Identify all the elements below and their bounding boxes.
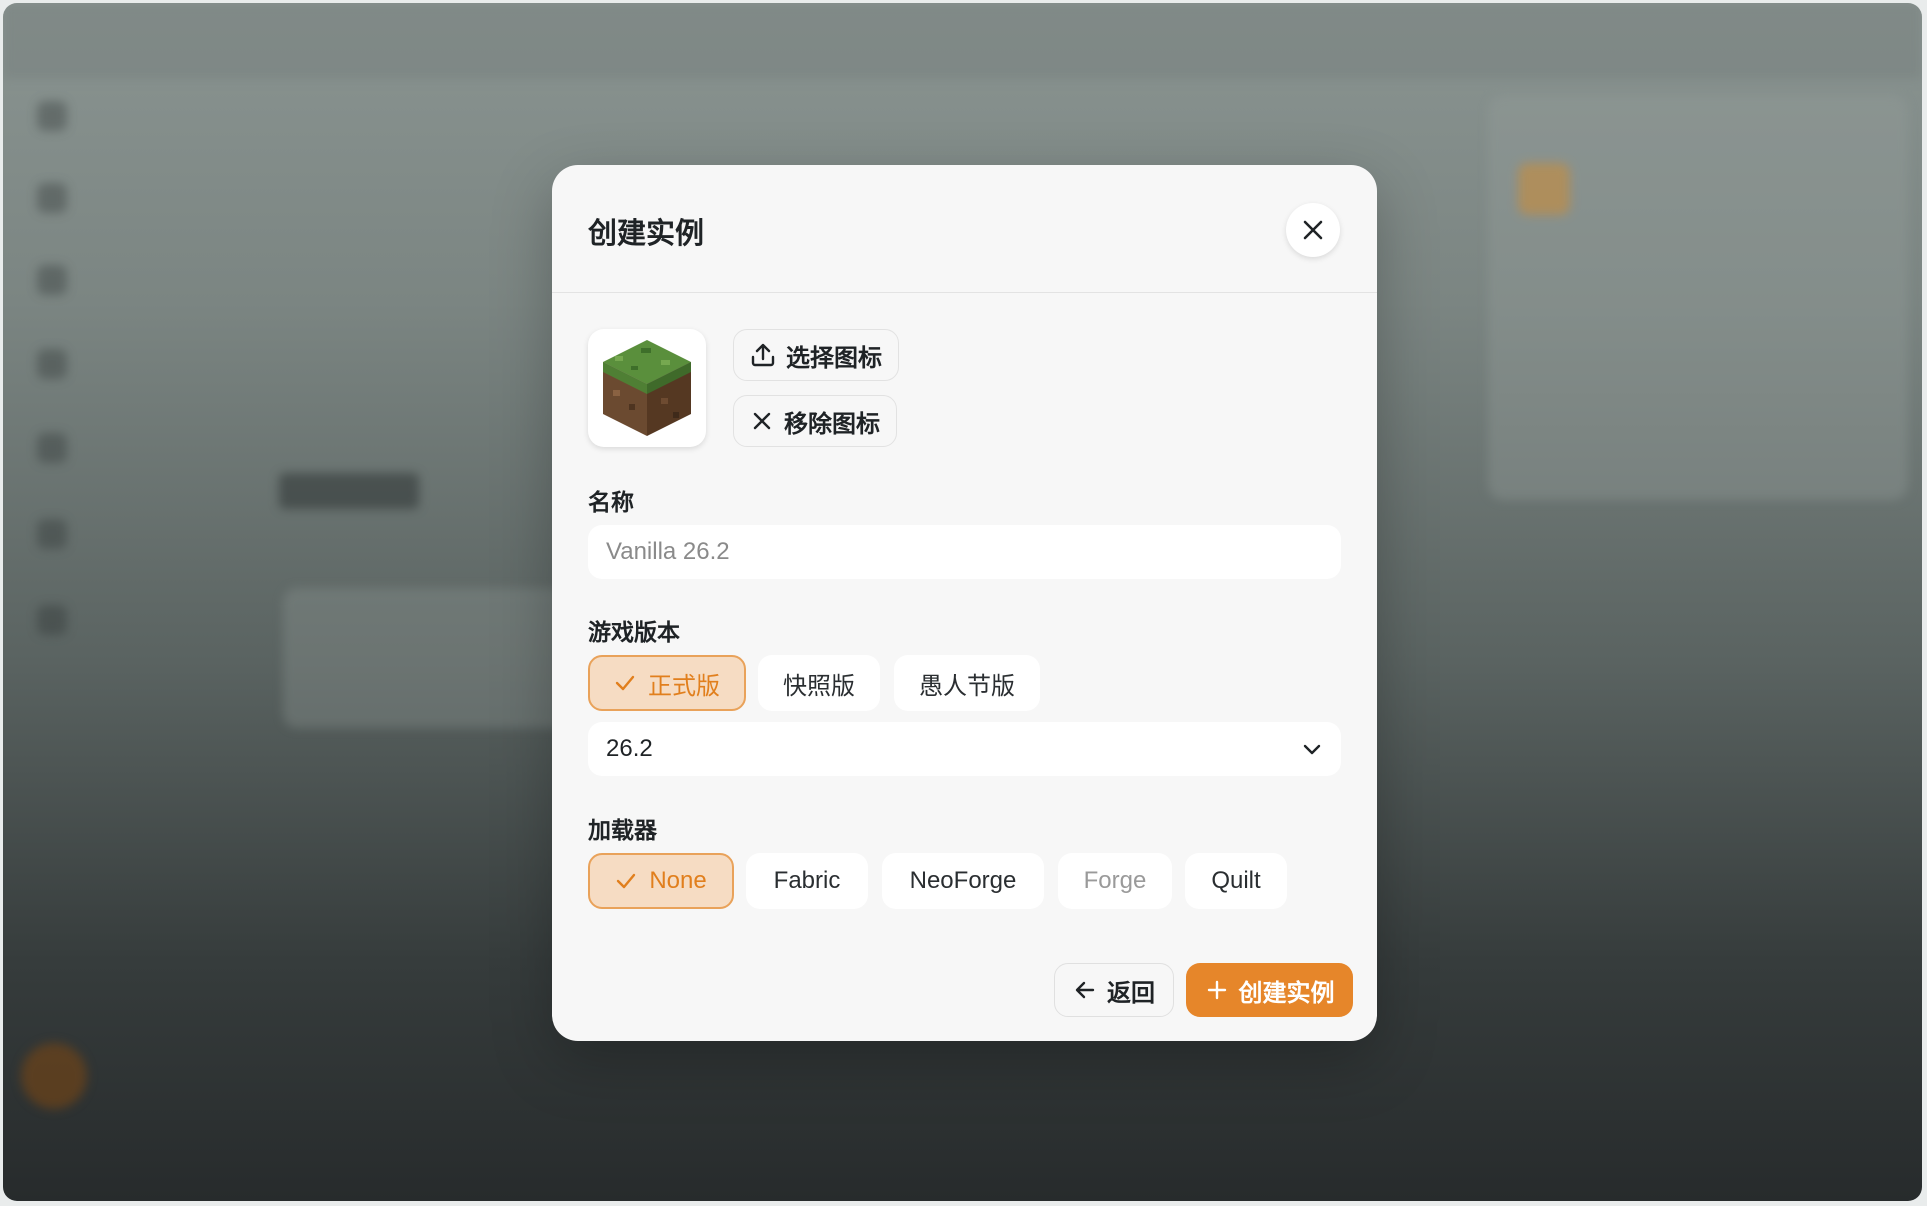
create-button-label: 创建实例	[1238, 979, 1335, 1007]
game-version-label: 游戏版本	[588, 619, 680, 645]
background-heading	[279, 473, 419, 509]
select-icon-label: 选择图标	[786, 344, 882, 372]
background-avatar	[21, 1043, 87, 1109]
remove-icon-button[interactable]: 移除图标	[733, 395, 897, 447]
background-sidebar-icon	[37, 349, 67, 379]
version-type-april-fools[interactable]: 愚人节版	[894, 655, 1040, 711]
background-sidebar-icon	[37, 605, 67, 635]
loader-option-label: Quilt	[1211, 867, 1261, 894]
chevron-down-icon	[1303, 744, 1321, 755]
grass-block-icon	[603, 340, 691, 436]
loader-option-label: NeoForge	[909, 867, 1017, 894]
loader-label: 加载器	[588, 817, 657, 843]
background-right-panel	[1488, 95, 1908, 500]
dialog-title: 创建实例	[588, 218, 705, 250]
loader-option-label: Fabric	[773, 867, 841, 894]
version-type-label: 正式版	[648, 672, 720, 700]
loader-none[interactable]: None	[588, 853, 734, 909]
instance-icon-preview	[588, 329, 706, 447]
background-sidebar-icon	[37, 433, 67, 463]
version-type-label: 愚人节版	[919, 672, 1015, 700]
check-icon	[617, 873, 636, 889]
version-type-release[interactable]: 正式版	[588, 655, 746, 711]
create-instance-button[interactable]: 创建实例	[1186, 963, 1353, 1017]
loader-option-label: Forge	[1083, 867, 1147, 894]
upload-icon	[751, 343, 775, 367]
arrow-left-icon	[1075, 981, 1095, 999]
version-type-snapshot[interactable]: 快照版	[758, 655, 880, 711]
select-icon-button[interactable]: 选择图标	[733, 329, 899, 381]
loader-neoforge[interactable]: NeoForge	[882, 853, 1044, 909]
version-select[interactable]: 26.2	[588, 722, 1341, 776]
loader-quilt[interactable]: Quilt	[1185, 853, 1287, 909]
back-button[interactable]: 返回	[1054, 963, 1174, 1017]
check-icon	[615, 675, 635, 691]
header-divider	[552, 292, 1377, 293]
background-sidebar-icon	[37, 183, 67, 213]
loader-forge[interactable]: Forge	[1058, 853, 1172, 909]
background-account-avatar	[1518, 163, 1570, 215]
close-button[interactable]	[1286, 203, 1340, 257]
name-label: 名称	[588, 489, 634, 515]
version-select-value: 26.2	[606, 735, 653, 762]
remove-icon-label: 移除图标	[784, 410, 880, 438]
version-type-label: 快照版	[783, 672, 855, 700]
background-sidebar-icon	[37, 265, 67, 295]
background-sidebar-icon	[37, 519, 67, 549]
name-input[interactable]	[588, 525, 1341, 579]
plus-icon	[1207, 980, 1226, 1000]
background-titlebar	[3, 3, 1922, 79]
loader-fabric[interactable]: Fabric	[746, 853, 868, 909]
close-icon	[1303, 220, 1323, 240]
back-button-label: 返回	[1107, 979, 1155, 1007]
loader-option-label: None	[649, 867, 707, 894]
create-instance-dialog: 创建实例 选择图标 移除图标 名称 Vanilla 26.2 游戏版本 正式版 …	[552, 165, 1377, 1041]
x-icon	[753, 412, 771, 430]
background-sidebar-icon	[37, 101, 67, 131]
